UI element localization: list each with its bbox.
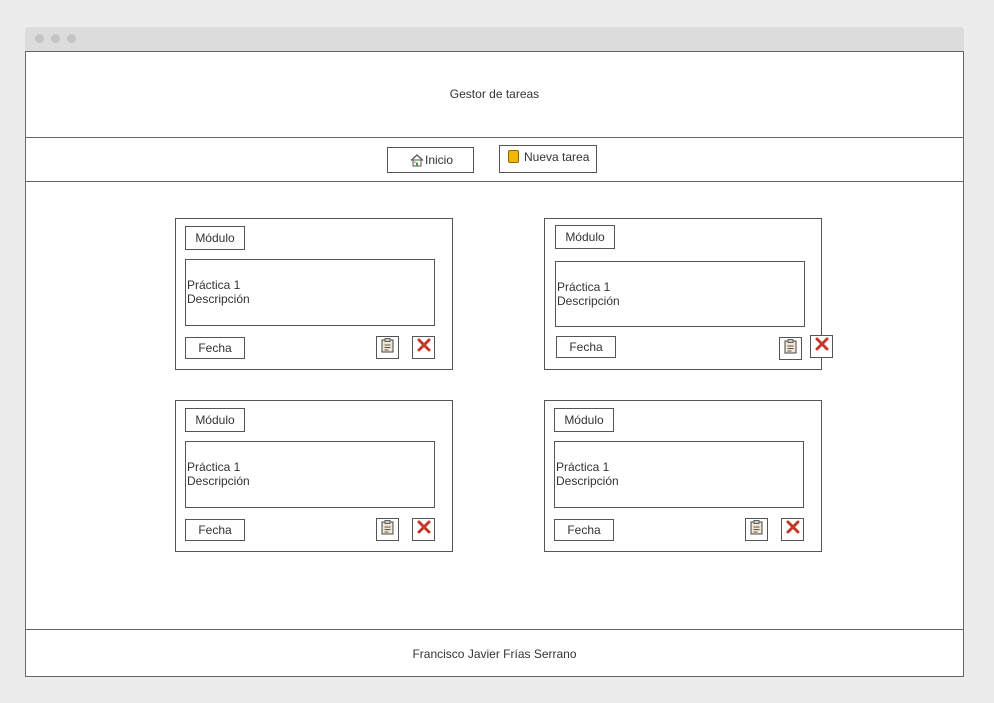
home-button-label: Inicio: [425, 153, 454, 167]
task-description: Práctica 1 Descripción: [185, 259, 435, 326]
task-title: Práctica 1: [557, 280, 611, 294]
edit-button[interactable]: [376, 336, 399, 359]
module-label: Módulo: [185, 408, 245, 432]
note-icon: [508, 150, 519, 163]
clipboard-icon: [750, 519, 763, 540]
home-icon: [410, 153, 424, 167]
date-label: Fecha: [185, 337, 245, 359]
task-description: Práctica 1 Descripción: [555, 261, 805, 327]
date-label: Fecha: [556, 336, 616, 358]
clipboard-icon: [784, 338, 797, 359]
edit-button[interactable]: [779, 337, 802, 360]
window-title-bar: [25, 27, 964, 51]
task-card: Módulo Práctica 1 Descripción Fecha: [544, 400, 822, 552]
close-icon: [417, 338, 431, 357]
close-icon: [815, 337, 829, 356]
task-card: Módulo Práctica 1 Descripción Fecha: [544, 218, 833, 370]
task-description-text: Descripción: [557, 294, 620, 308]
task-title: Práctica 1: [187, 460, 241, 474]
footer-divider: [26, 629, 963, 630]
module-label: Módulo: [554, 408, 614, 432]
new-task-button-label: Nueva tarea: [524, 150, 590, 164]
edit-button[interactable]: [745, 518, 768, 541]
close-icon: [786, 520, 800, 539]
delete-button[interactable]: [412, 336, 435, 359]
module-label: Módulo: [185, 226, 245, 250]
window-dot: [67, 34, 76, 43]
close-icon: [417, 520, 431, 539]
date-label: Fecha: [554, 519, 614, 541]
app-frame: Gestor de tareas Inicio Nueva tarea Módu…: [25, 51, 964, 677]
header-divider: [26, 137, 963, 138]
task-card: Módulo Práctica 1 Descripción Fecha: [175, 218, 453, 370]
task-description-text: Descripción: [187, 474, 250, 488]
delete-button[interactable]: [810, 335, 833, 358]
task-description: Práctica 1 Descripción: [185, 441, 435, 508]
clipboard-icon: [381, 519, 394, 540]
module-label: Módulo: [555, 225, 615, 249]
window-dot: [51, 34, 60, 43]
date-label: Fecha: [185, 519, 245, 541]
task-title: Práctica 1: [187, 278, 241, 292]
task-title: Práctica 1: [556, 460, 610, 474]
home-button[interactable]: Inicio: [387, 147, 474, 173]
edit-button[interactable]: [376, 518, 399, 541]
task-card: Módulo Práctica 1 Descripción Fecha: [175, 400, 453, 552]
new-task-button[interactable]: Nueva tarea: [499, 145, 597, 173]
delete-button[interactable]: [412, 518, 435, 541]
task-description-text: Descripción: [187, 292, 250, 306]
delete-button[interactable]: [781, 518, 804, 541]
nav-divider: [26, 181, 963, 182]
clipboard-icon: [381, 337, 394, 358]
window-dot: [35, 34, 44, 43]
page-title: Gestor de tareas: [449, 87, 540, 101]
task-description: Práctica 1 Descripción: [554, 441, 804, 508]
footer-author: Francisco Javier Frías Serrano: [412, 647, 577, 661]
task-description-text: Descripción: [556, 474, 619, 488]
